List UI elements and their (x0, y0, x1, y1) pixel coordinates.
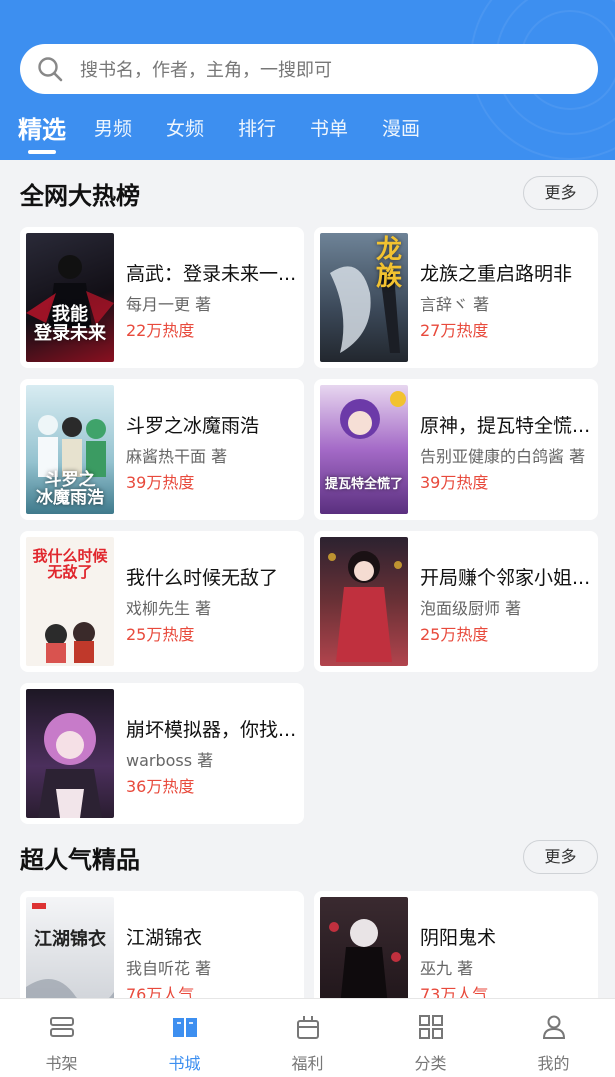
book-cover: 提瓦特全慌了 (320, 385, 408, 514)
nav-bookshelf[interactable]: 书架 (0, 999, 123, 1077)
nav-label: 我的 (537, 1054, 570, 1073)
active-tab-indicator (28, 150, 56, 154)
book-author: 泡面级厨师 著 (420, 599, 522, 618)
nav-welfare[interactable]: 福利 (246, 999, 369, 1077)
bottom-navigation: 书架 书城 福利 分类 我的 (0, 998, 615, 1077)
book-heat: 36万热度 (126, 777, 195, 796)
book-title: 崩坏模拟器，你找... (126, 719, 296, 741)
book-author: 巫九 著 (420, 959, 474, 978)
more-button-hot[interactable]: 更多 (523, 176, 598, 210)
tab-featured[interactable]: 精选 (18, 110, 66, 145)
profile-icon (542, 1015, 566, 1039)
cover-title: 斗罗之 冰魔雨浩 (36, 470, 104, 509)
nav-label: 福利 (291, 1054, 324, 1073)
book-title: 开局赚个邻家小姐... (420, 567, 590, 589)
nav-label: 分类 (414, 1054, 447, 1073)
more-button-popular[interactable]: 更多 (523, 840, 598, 874)
book-cover (320, 537, 408, 666)
book-cover (26, 689, 114, 818)
bookstore-icon (173, 1018, 197, 1037)
search-placeholder: 搜书名，作者，主角，一搜即可 (80, 60, 332, 81)
book-cover: 我能 登录未来 (26, 233, 114, 362)
nav-profile[interactable]: 我的 (492, 999, 615, 1077)
book-heat: 25万热度 (420, 625, 489, 644)
book-card[interactable]: 开局赚个邻家小姐... 泡面级厨师 著 25万热度 (314, 531, 598, 672)
category-icon (419, 1015, 443, 1039)
cover-title: 江湖锦衣 (34, 929, 106, 950)
book-heat: 39万热度 (126, 473, 195, 492)
book-author: 我自听花 著 (126, 959, 212, 978)
book-cover: 龙族 (320, 233, 408, 362)
book-card[interactable]: 我能 登录未来 高武：登录未来一... 每月一更 著 22万热度 (20, 227, 304, 368)
book-author: 言辞ヾ 著 (420, 295, 490, 314)
book-card[interactable]: 我什么时候 无敌了 我什么时候无敌了 戏柳先生 著 25万热度 (20, 531, 304, 672)
cover-art (38, 713, 102, 818)
category-tabs: 精选 男频 女频 排行 书单 漫画 (0, 108, 615, 160)
book-card[interactable]: 提瓦特全慌了 原神，提瓦特全慌... 告别亚健康的白鸽酱 著 39万热度 (314, 379, 598, 520)
bookshelf-icon (50, 1017, 74, 1037)
book-card[interactable]: 崩坏模拟器，你找... warboss 著 36万热度 (20, 683, 304, 824)
gift-icon (297, 1016, 319, 1039)
nav-bookstore[interactable]: 书城 (123, 999, 246, 1077)
book-title: 我什么时候无敌了 (126, 567, 279, 589)
book-heat: 25万热度 (126, 625, 195, 644)
cover-art (328, 551, 402, 662)
cover-art (340, 391, 406, 439)
search-icon (38, 57, 63, 82)
tab-female[interactable]: 女频 (166, 114, 204, 141)
book-card[interactable]: 斗罗之 冰魔雨浩 斗罗之冰魔雨浩 麻酱热干面 著 39万热度 (20, 379, 304, 520)
section-title-hot: 全网大热榜 (20, 182, 140, 210)
book-author: 麻酱热干面 著 (126, 447, 228, 466)
book-card[interactable]: 龙族 龙族之重启路明非 言辞ヾ 著 27万热度 (314, 227, 598, 368)
section-title-popular: 超人气精品 (20, 846, 140, 874)
book-author: 每月一更 著 (126, 295, 212, 314)
nav-label: 书城 (168, 1054, 201, 1073)
book-author: warboss 著 (126, 751, 214, 770)
book-author: 戏柳先生 著 (126, 599, 212, 618)
search-bar[interactable]: 搜书名，作者，主角，一搜即可 (20, 44, 598, 94)
tab-ranking[interactable]: 排行 (238, 114, 276, 141)
top-header: 搜书名，作者，主角，一搜即可 精选 男频 女频 排行 书单 漫画 (0, 0, 615, 160)
book-author: 告别亚健康的白鸽酱 著 (420, 447, 586, 466)
cover-title: 龙族 (375, 235, 402, 293)
book-title: 阴阳鬼术 (420, 927, 497, 949)
book-heat: 27万热度 (420, 321, 489, 340)
book-cover: 斗罗之 冰魔雨浩 (26, 385, 114, 514)
tab-comics[interactable]: 漫画 (382, 114, 420, 141)
book-title: 原神，提瓦特全慌... (420, 415, 590, 437)
cover-title: 我能 登录未来 (34, 304, 106, 345)
nav-category[interactable]: 分类 (369, 999, 492, 1077)
book-title: 江湖锦衣 (126, 927, 203, 949)
book-cover: 我什么时候 无敌了 (26, 537, 114, 666)
book-title: 高武：登录未来一... (126, 263, 296, 285)
tab-booklist[interactable]: 书单 (310, 114, 348, 141)
cover-title: 提瓦特全慌了 (324, 477, 403, 493)
cover-title: 我什么时候 无敌了 (32, 547, 108, 581)
nav-label: 书架 (45, 1054, 78, 1073)
book-title: 斗罗之冰魔雨浩 (126, 415, 260, 437)
tab-male[interactable]: 男频 (94, 114, 132, 141)
book-heat: 39万热度 (420, 473, 489, 492)
book-heat: 22万热度 (126, 321, 195, 340)
book-title: 龙族之重启路明非 (420, 263, 573, 285)
